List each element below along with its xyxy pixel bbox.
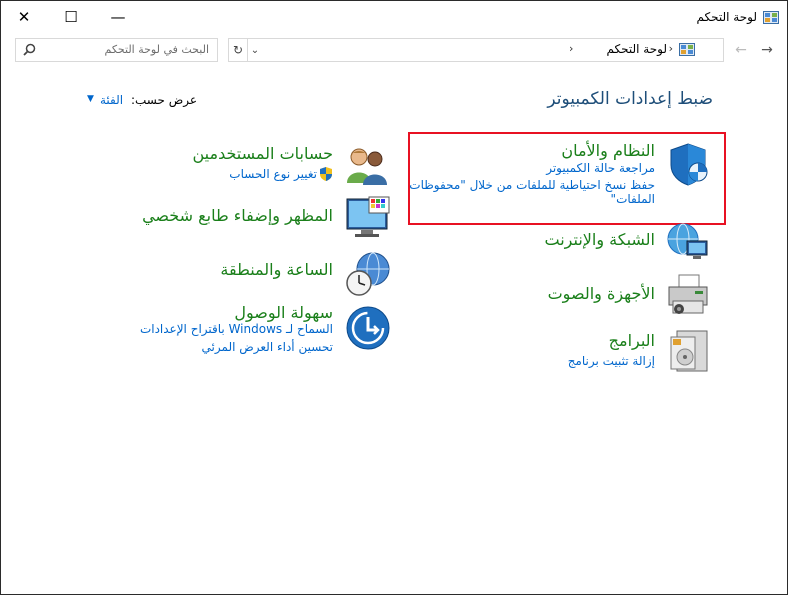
category-title-ease-of-access[interactable]: سهولة الوصول xyxy=(234,303,333,322)
link-uninstall-program[interactable]: إزالة تثبيت برنامج xyxy=(568,354,655,368)
category-title-clock-region[interactable]: الساعة والمنطقة xyxy=(220,260,333,279)
view-by-dropdown[interactable]: الفئة xyxy=(100,93,123,107)
minimize-button[interactable]: — xyxy=(95,1,141,33)
address-dropdown-button[interactable]: ⌄ xyxy=(248,39,262,61)
network-globe-icon[interactable] xyxy=(665,219,711,265)
programs-icon[interactable] xyxy=(665,327,711,373)
link-file-history-backup[interactable]: حفظ نسخ احتياطية للملفات من خلال "محفوظا… xyxy=(409,178,655,192)
arrow-right-icon: → xyxy=(761,42,773,58)
refresh-icon: ↻ xyxy=(232,43,244,57)
back-button[interactable]: → xyxy=(757,39,777,61)
maximize-icon: ☐ xyxy=(64,8,78,26)
window-title: لوحة التحكم xyxy=(696,10,758,24)
view-by-label: عرض حسب: xyxy=(130,93,197,107)
forward-button[interactable]: ← xyxy=(731,39,751,61)
category-title-user-accounts[interactable]: حسابات المستخدمين xyxy=(193,144,334,163)
link-optimize-visual-display[interactable]: تحسين أداء العرض المرئي xyxy=(202,340,333,354)
breadcrumb-control-panel[interactable]: لوحة التحكم xyxy=(607,42,668,56)
category-title-programs[interactable]: البرامج xyxy=(609,331,655,350)
link-review-computer-status[interactable]: مراجعة حالة الكمبيوتر xyxy=(546,161,655,175)
maximize-button[interactable]: ☐ xyxy=(48,1,94,33)
printer-icon[interactable] xyxy=(665,273,711,319)
link-windows-suggest-settings[interactable]: السماح لـ Windows باقتراح الإعدادات xyxy=(140,322,333,336)
category-title-network-internet[interactable]: الشبكة والإنترنت xyxy=(545,230,656,249)
search-input[interactable]: البحث في لوحة التحكم xyxy=(15,38,218,62)
address-bar[interactable]: ↻ ⌄ › لوحة التحكم › xyxy=(228,38,724,62)
clock-globe-icon[interactable] xyxy=(345,251,391,297)
appearance-monitor-icon[interactable] xyxy=(345,195,391,241)
close-button[interactable]: ✕ xyxy=(1,1,47,33)
ease-of-access-icon[interactable] xyxy=(345,305,391,351)
link-file-history-backup-cont[interactable]: الملفات" xyxy=(611,192,655,206)
search-placeholder: البحث في لوحة التحكم xyxy=(104,43,210,56)
category-title-system-security[interactable]: النظام والأمان xyxy=(561,141,655,160)
page-title: ضبط إعدادات الكمبيوتر xyxy=(547,89,713,109)
refresh-button[interactable]: ↻ xyxy=(229,39,248,61)
chevron-down-icon: ⌄ xyxy=(250,44,260,56)
breadcrumb-separator[interactable]: › xyxy=(569,42,573,55)
link-change-account-type[interactable]: تغيير نوع الحساب xyxy=(229,167,317,181)
control-panel-window: ✕ ☐ — لوحة التحكم → ← ⌄ ↑ ↻ ⌄ › لوحة الت… xyxy=(0,0,788,595)
title-bar: ✕ ☐ — لوحة التحكم xyxy=(1,1,787,35)
arrow-left-icon: ← xyxy=(735,42,747,58)
minimize-icon: — xyxy=(110,8,126,26)
control-panel-icon xyxy=(679,43,695,56)
users-icon[interactable] xyxy=(345,143,391,189)
view-by-arrow-icon[interactable]: ▼ xyxy=(87,94,94,104)
breadcrumb-separator[interactable]: › xyxy=(669,42,673,55)
uac-shield-icon xyxy=(320,167,332,181)
category-title-appearance[interactable]: المظهر وإضفاء طابع شخصي xyxy=(142,206,333,225)
search-icon xyxy=(23,43,36,56)
control-panel-icon xyxy=(763,11,779,24)
shield-icon[interactable] xyxy=(665,141,711,187)
close-icon: ✕ xyxy=(17,8,31,26)
category-title-hardware-sound[interactable]: الأجهزة والصوت xyxy=(548,284,655,303)
